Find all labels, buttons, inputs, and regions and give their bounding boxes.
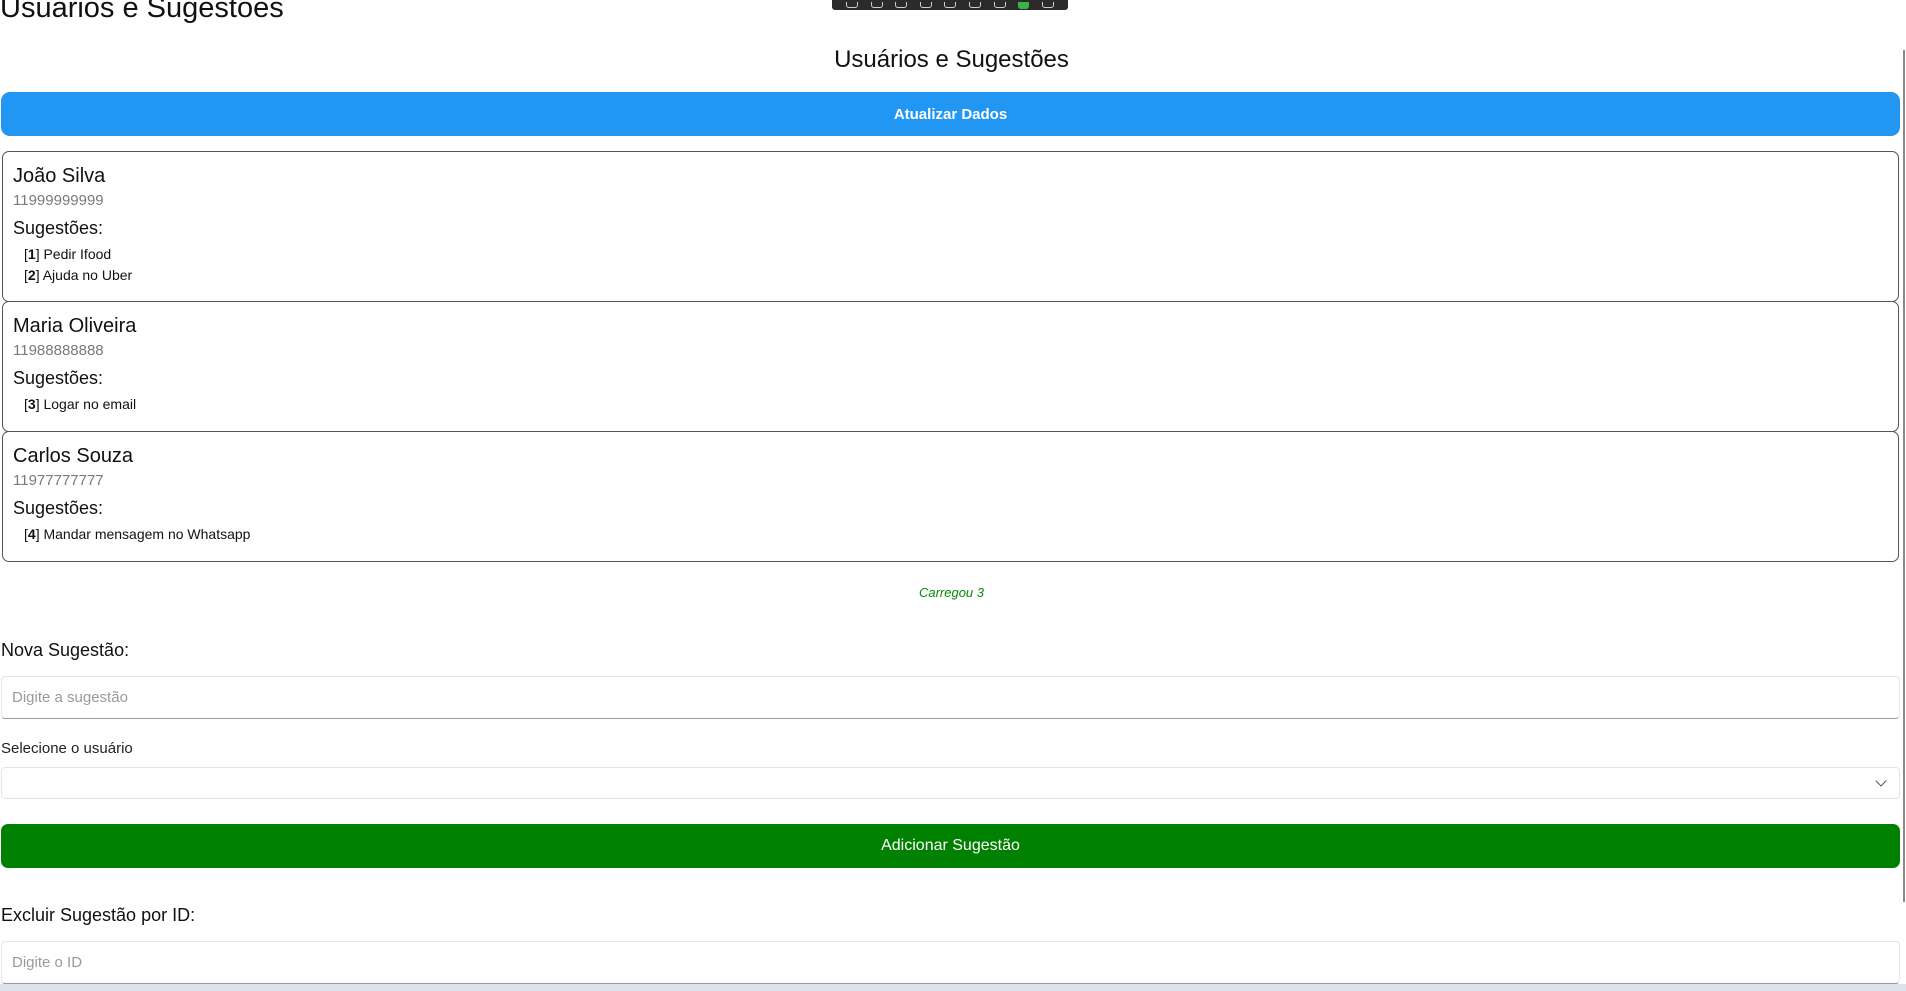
- delete-id-input[interactable]: [1, 941, 1900, 984]
- suggestion-text: Pedir Ifood: [43, 246, 112, 262]
- page-title: Usuários e Sugestões: [834, 46, 1069, 73]
- suggestion-item: [3] Logar no email: [24, 396, 137, 412]
- dev-toolbar: [832, 0, 1068, 10]
- suggestion-id: 2: [27, 267, 36, 283]
- delete-suggestion-label: Excluir Sugestão por ID:: [1, 905, 196, 925]
- inspect-icon[interactable]: [846, 2, 859, 8]
- suggestion-id: 3: [27, 396, 36, 412]
- user-phone: 11999999999: [13, 192, 104, 209]
- new-suggestion-input[interactable]: [1, 676, 1900, 719]
- suggestion-item: [4] Mandar mensagem no Whatsapp: [24, 526, 251, 542]
- suggestion-id: 4: [27, 526, 36, 542]
- load-status: Carregou 3: [918, 585, 985, 600]
- suggestion-item: [2] Ajuda no Uber: [24, 267, 133, 283]
- suggestions-heading: Sugestões:: [13, 218, 104, 238]
- suggestion-id: 1: [27, 246, 36, 262]
- suggestion-item: [1] Pedir Ifood: [24, 246, 112, 262]
- add-suggestion-button[interactable]: Adicionar Sugestão: [1, 824, 1900, 868]
- layout-icon[interactable]: [919, 2, 932, 8]
- user-name: João Silva: [13, 165, 106, 187]
- select-icon[interactable]: [895, 2, 908, 8]
- suggestion-text: Logar no email: [43, 396, 137, 412]
- user-phone: 11977777777: [13, 472, 104, 489]
- user-card: João Silva 11999999999 Sugestões: [1] Pe…: [2, 151, 1899, 302]
- app-page: Usuários e Sugestões Usuários e Sugestõe…: [0, 0, 1906, 991]
- user-name: Carlos Souza: [13, 445, 134, 467]
- bottom-edge: [0, 984, 1906, 991]
- scroll-divider: [1903, 50, 1905, 902]
- select-user-label: Selecione o usuário: [1, 740, 133, 757]
- close-icon[interactable]: [1041, 2, 1054, 8]
- suggestion-text: Mandar mensagem no Whatsapp: [43, 526, 251, 542]
- user-name: Maria Oliveira: [13, 315, 137, 337]
- refresh-data-button[interactable]: Atualizar Dados: [1, 92, 1900, 136]
- info-icon[interactable]: [993, 2, 1006, 8]
- touch-icon[interactable]: [944, 2, 957, 8]
- suggestions-heading: Sugestões:: [13, 498, 104, 518]
- suggestions-heading: Sugestões:: [13, 368, 104, 388]
- device-icon[interactable]: [870, 2, 883, 8]
- user-select[interactable]: [1, 767, 1900, 799]
- window-title: Usuários e Sugestões: [0, 0, 284, 24]
- user-card: Carlos Souza 11977777777 Sugestões: [4] …: [2, 431, 1899, 562]
- user-card: Maria Oliveira 11988888888 Sugestões: [3…: [2, 301, 1899, 432]
- network-icon[interactable]: [969, 2, 981, 8]
- new-suggestion-label: Nova Sugestão:: [1, 640, 130, 660]
- chevron-down-icon: [1875, 775, 1887, 787]
- status-dot-icon[interactable]: [1018, 1, 1030, 9]
- suggestion-text: Ajuda no Uber: [42, 267, 133, 283]
- user-phone: 11988888888: [13, 342, 104, 359]
